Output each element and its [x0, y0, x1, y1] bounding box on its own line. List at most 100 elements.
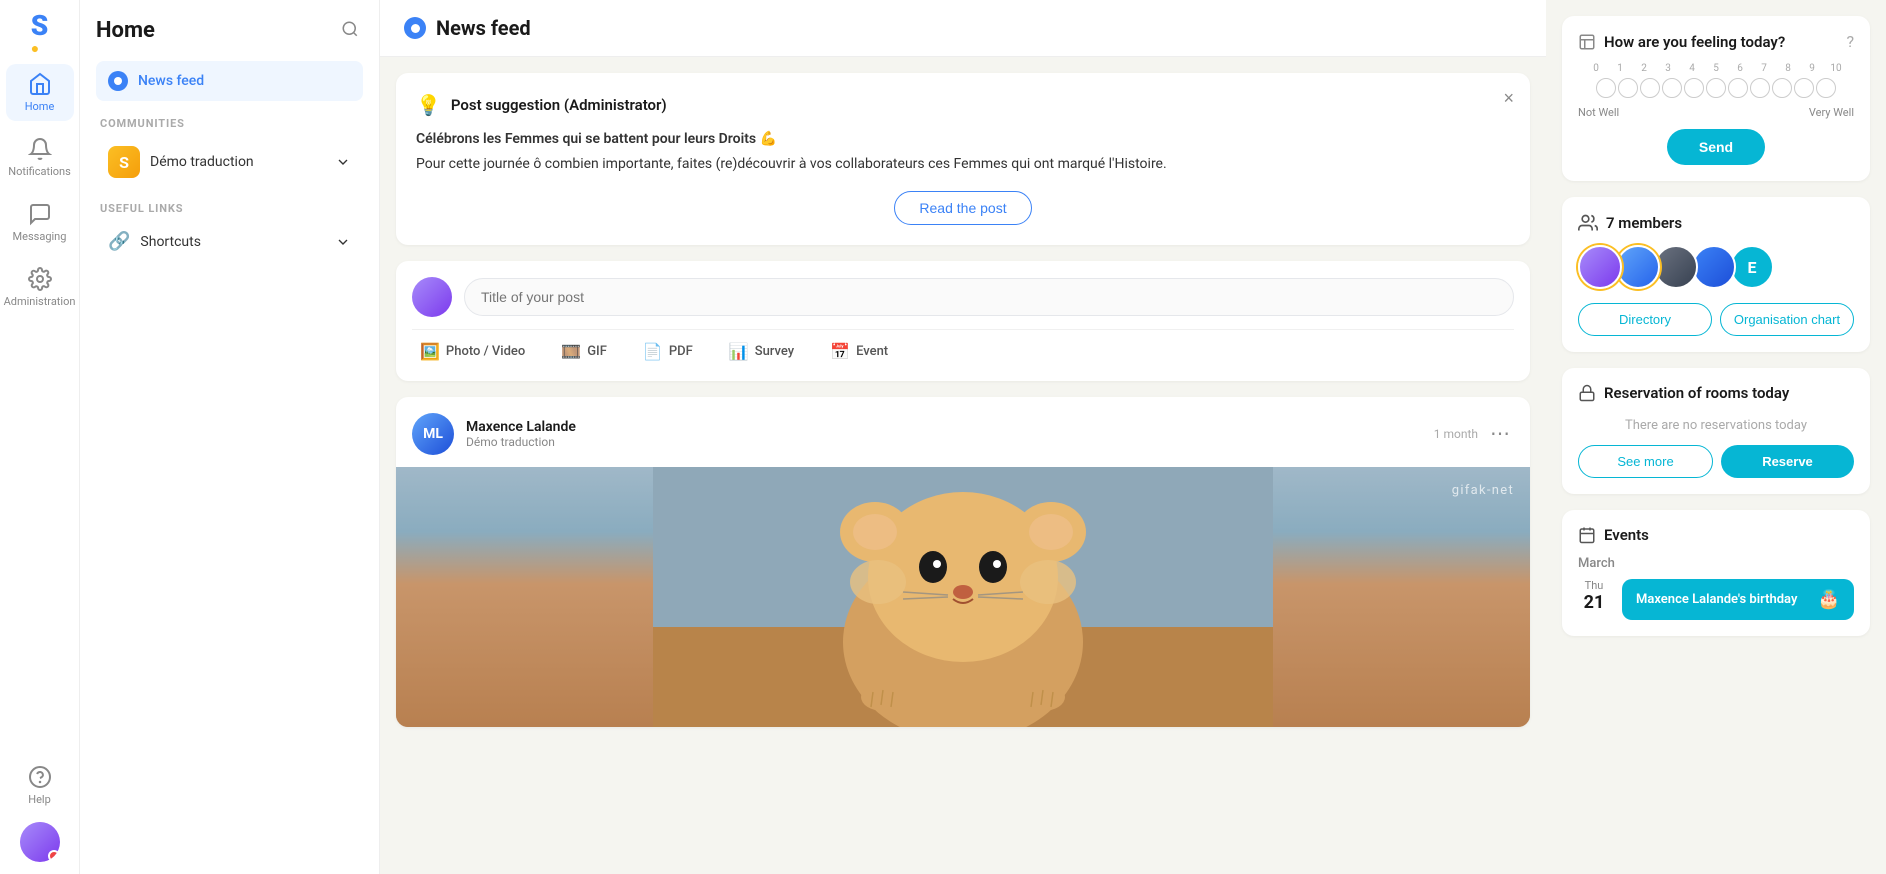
calendar-icon	[1578, 526, 1596, 544]
post-image: gifak-net	[396, 467, 1530, 727]
nav-item-help[interactable]: Help	[6, 757, 74, 814]
feed-header: News feed	[380, 0, 1546, 57]
read-post-button[interactable]: Read the post	[894, 191, 1031, 225]
communities-label: COMMUNITIES	[96, 101, 363, 138]
pdf-icon: 📄	[643, 342, 663, 361]
feed-header-icon	[404, 17, 426, 39]
link-icon: 🔗	[108, 231, 130, 252]
sidebar: Home News feed COMMUNITIES S Démo traduc…	[80, 0, 380, 874]
member-avatar-4	[1692, 245, 1736, 289]
home-icon	[28, 72, 52, 96]
reservation-card: Reservation of rooms today There are no …	[1562, 368, 1870, 494]
gif-icon: 🎞️	[561, 342, 581, 361]
gif-action[interactable]: 🎞️ GIF	[553, 338, 615, 365]
post-card: ML Maxence Lalande Démo traduction 1 mon…	[396, 397, 1530, 727]
pdf-action[interactable]: 📄 PDF	[635, 338, 701, 365]
wellness-send-button[interactable]: Send	[1667, 129, 1765, 165]
event-icon: 📅	[830, 342, 850, 361]
help-icon	[28, 765, 52, 789]
suggestion-line1: Célébrons les Femmes qui se battent pour…	[416, 129, 1510, 150]
members-actions: Directory Organisation chart	[1578, 303, 1854, 336]
feed-content: 💡 Post suggestion (Administrator) × Célé…	[380, 57, 1546, 743]
scale-6[interactable]	[1728, 78, 1748, 98]
suggestion-body: Célébrons les Femmes qui se battent pour…	[416, 129, 1510, 175]
chevron-down-icon	[335, 154, 351, 170]
scale-5[interactable]	[1706, 78, 1726, 98]
event-action[interactable]: 📅 Event	[822, 338, 896, 365]
members-card: 7 members E Directory Organisation chart	[1562, 197, 1870, 352]
reserve-button[interactable]: Reserve	[1721, 445, 1854, 478]
useful-links-label: USEFUL LINKS	[96, 186, 363, 223]
org-chart-button[interactable]: Organisation chart	[1720, 303, 1854, 336]
feed-title: News feed	[436, 16, 531, 40]
wellness-help-icon[interactable]: ?	[1846, 32, 1854, 51]
member-avatar-1	[1578, 245, 1622, 289]
members-icon	[1578, 213, 1598, 233]
member-avatar-2	[1616, 245, 1660, 289]
event-month: March	[1578, 556, 1854, 571]
app-logo[interactable]: S ●	[18, 12, 62, 56]
composer-avatar	[412, 277, 452, 317]
event-item: Thu 21 Maxence Lalande's birthday 🎂	[1578, 579, 1854, 620]
post-title-input[interactable]	[464, 278, 1514, 316]
photo-video-icon: 🖼️	[420, 342, 440, 361]
event-day-label: Thu	[1585, 579, 1604, 592]
event-emoji: 🎂	[1818, 589, 1840, 610]
nav-item-administration[interactable]: Administration	[6, 259, 74, 316]
member-avatar-e: E	[1730, 245, 1774, 289]
wellness-card: How are you feeling today? ? 0 1 2 3 4 5…	[1562, 16, 1870, 181]
message-icon	[28, 202, 52, 226]
scale-8[interactable]	[1772, 78, 1792, 98]
post-menu-button[interactable]: ⋯	[1486, 420, 1514, 448]
sidebar-item-newsfeed[interactable]: News feed	[96, 61, 363, 101]
notification-badge	[48, 850, 60, 862]
survey-action[interactable]: 📊 Survey	[721, 338, 802, 365]
reservation-empty-message: There are no reservations today	[1578, 410, 1854, 445]
suggestion-card: 💡 Post suggestion (Administrator) × Célé…	[396, 73, 1530, 245]
bell-icon	[28, 137, 52, 161]
scale-3[interactable]	[1662, 78, 1682, 98]
scale-9[interactable]	[1794, 78, 1814, 98]
nav-item-home[interactable]: Home	[6, 64, 74, 121]
main-feed: News feed 💡 Post suggestion (Administrat…	[380, 0, 1546, 874]
scale-1[interactable]	[1618, 78, 1638, 98]
chevron-down-icon	[335, 234, 351, 250]
community-avatar: S	[108, 146, 140, 178]
suggestion-close-button[interactable]: ×	[1503, 89, 1514, 107]
post-author-avatar: ML	[412, 413, 454, 455]
sidebar-title: Home	[96, 16, 363, 45]
suggestion-line2: Pour cette journée ô combien importante,…	[416, 154, 1510, 175]
user-avatar[interactable]	[20, 822, 60, 862]
nav-item-messaging[interactable]: Messaging	[6, 194, 74, 251]
sidebar-item-community[interactable]: S Démo traduction	[96, 138, 363, 186]
scale-4[interactable]	[1684, 78, 1704, 98]
event-day-num: 21	[1584, 592, 1605, 613]
scale-10[interactable]	[1816, 78, 1836, 98]
right-panel: How are you feeling today? ? 0 1 2 3 4 5…	[1546, 0, 1886, 874]
photo-video-action[interactable]: 🖼️ Photo / Video	[412, 338, 533, 365]
suggestion-icon: 💡	[416, 93, 441, 117]
member-avatar-3	[1654, 245, 1698, 289]
reservation-actions: See more Reserve	[1578, 445, 1854, 478]
sidebar-search-button[interactable]	[337, 16, 363, 45]
newsfeed-dot-icon	[108, 71, 128, 91]
nav-item-notifications[interactable]: Notifications	[6, 129, 74, 186]
scale-0[interactable]	[1596, 78, 1616, 98]
scale-2[interactable]	[1640, 78, 1660, 98]
members-avatars: E	[1578, 245, 1854, 289]
lock-icon	[1578, 384, 1596, 402]
see-more-button[interactable]: See more	[1578, 445, 1713, 478]
composer-actions: 🖼️ Photo / Video 🎞️ GIF 📄 PDF 📊 Survey 📅	[412, 329, 1514, 365]
wellness-icon	[1578, 33, 1596, 51]
sidebar-item-shortcuts[interactable]: 🔗 Shortcuts	[96, 223, 363, 260]
scale-7[interactable]	[1750, 78, 1770, 98]
watermark: gifak-net	[1452, 483, 1514, 498]
directory-button[interactable]: Directory	[1578, 303, 1712, 336]
wellness-scale	[1578, 78, 1854, 98]
hamster-svg	[396, 467, 1530, 727]
event-name: Maxence Lalande's birthday	[1636, 592, 1797, 607]
post-timestamp: 1 month	[1434, 427, 1478, 441]
settings-icon	[28, 267, 52, 291]
left-navigation: S ● Home Notifications Messaging Adminis…	[0, 0, 80, 874]
event-card[interactable]: Maxence Lalande's birthday 🎂	[1622, 579, 1854, 620]
